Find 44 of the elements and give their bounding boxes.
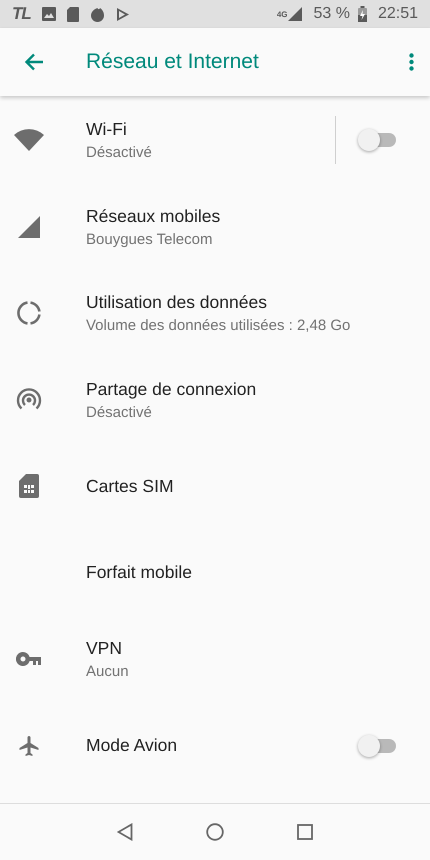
wifi-icon [14, 129, 44, 152]
key-icon [16, 652, 42, 666]
signal-icon [288, 7, 302, 21]
network-type: 4G [276, 10, 288, 19]
item-subtitle: Désactivé [86, 144, 153, 162]
settings-item[interactable]: Réseaux mobiles Bouygues Telecom [0, 184, 430, 270]
ring-icon [16, 300, 42, 326]
item-title: Utilisation des données [86, 292, 268, 314]
item-title: Réseaux mobiles [86, 206, 222, 227]
battery-percent: 53 % [313, 5, 350, 23]
item-title: Mode Avion [86, 735, 178, 756]
item-title: Wi-Fi [86, 119, 128, 140]
sd-card-icon [66, 6, 79, 22]
settings-item[interactable]: Utilisation des données Volume des données utilisées : 2,48 Go [0, 270, 430, 356]
app-logo: TL [12, 4, 31, 24]
toggle-switch[interactable] [358, 734, 398, 758]
item-title: Cartes SIM [86, 476, 175, 497]
hotspot-icon [16, 388, 42, 412]
toggle-switch[interactable] [358, 128, 398, 152]
settings-item[interactable]: Partage de connexion Désactivé [0, 356, 430, 443]
settings-item[interactable]: VPN Aucun [0, 616, 430, 702]
more-options-icon[interactable] [409, 53, 414, 71]
back-icon[interactable] [116, 823, 133, 841]
home-icon[interactable] [206, 823, 224, 841]
item-title: Forfait mobile [86, 562, 194, 584]
recents-icon[interactable] [297, 824, 314, 840]
signal-icon [17, 214, 41, 239]
airplane-icon [17, 734, 41, 758]
settings-item[interactable]: Wi-Fi Désactivé [0, 97, 430, 184]
battery-charging-icon [358, 6, 367, 22]
item-subtitle: Aucun [86, 663, 130, 680]
sim-card-icon [19, 474, 39, 498]
clock: 22:51 [378, 5, 418, 23]
item-title: Partage de connexion [86, 378, 258, 400]
item-subtitle: Désactivé [86, 404, 153, 421]
item-title: VPN [86, 638, 123, 660]
settings-item[interactable]: Forfait mobile [0, 530, 430, 616]
image-icon [42, 7, 56, 21]
item-subtitle: Bouygues Telecom [86, 230, 214, 248]
item-subtitle: Volume des données utilisées : 2,48 Go [86, 317, 352, 334]
settings-item[interactable]: Cartes SIM [0, 443, 430, 530]
back-arrow-icon[interactable] [24, 53, 44, 71]
page-title: Réseau et Internet [86, 50, 260, 74]
settings-item[interactable]: Mode Avion [0, 702, 430, 789]
